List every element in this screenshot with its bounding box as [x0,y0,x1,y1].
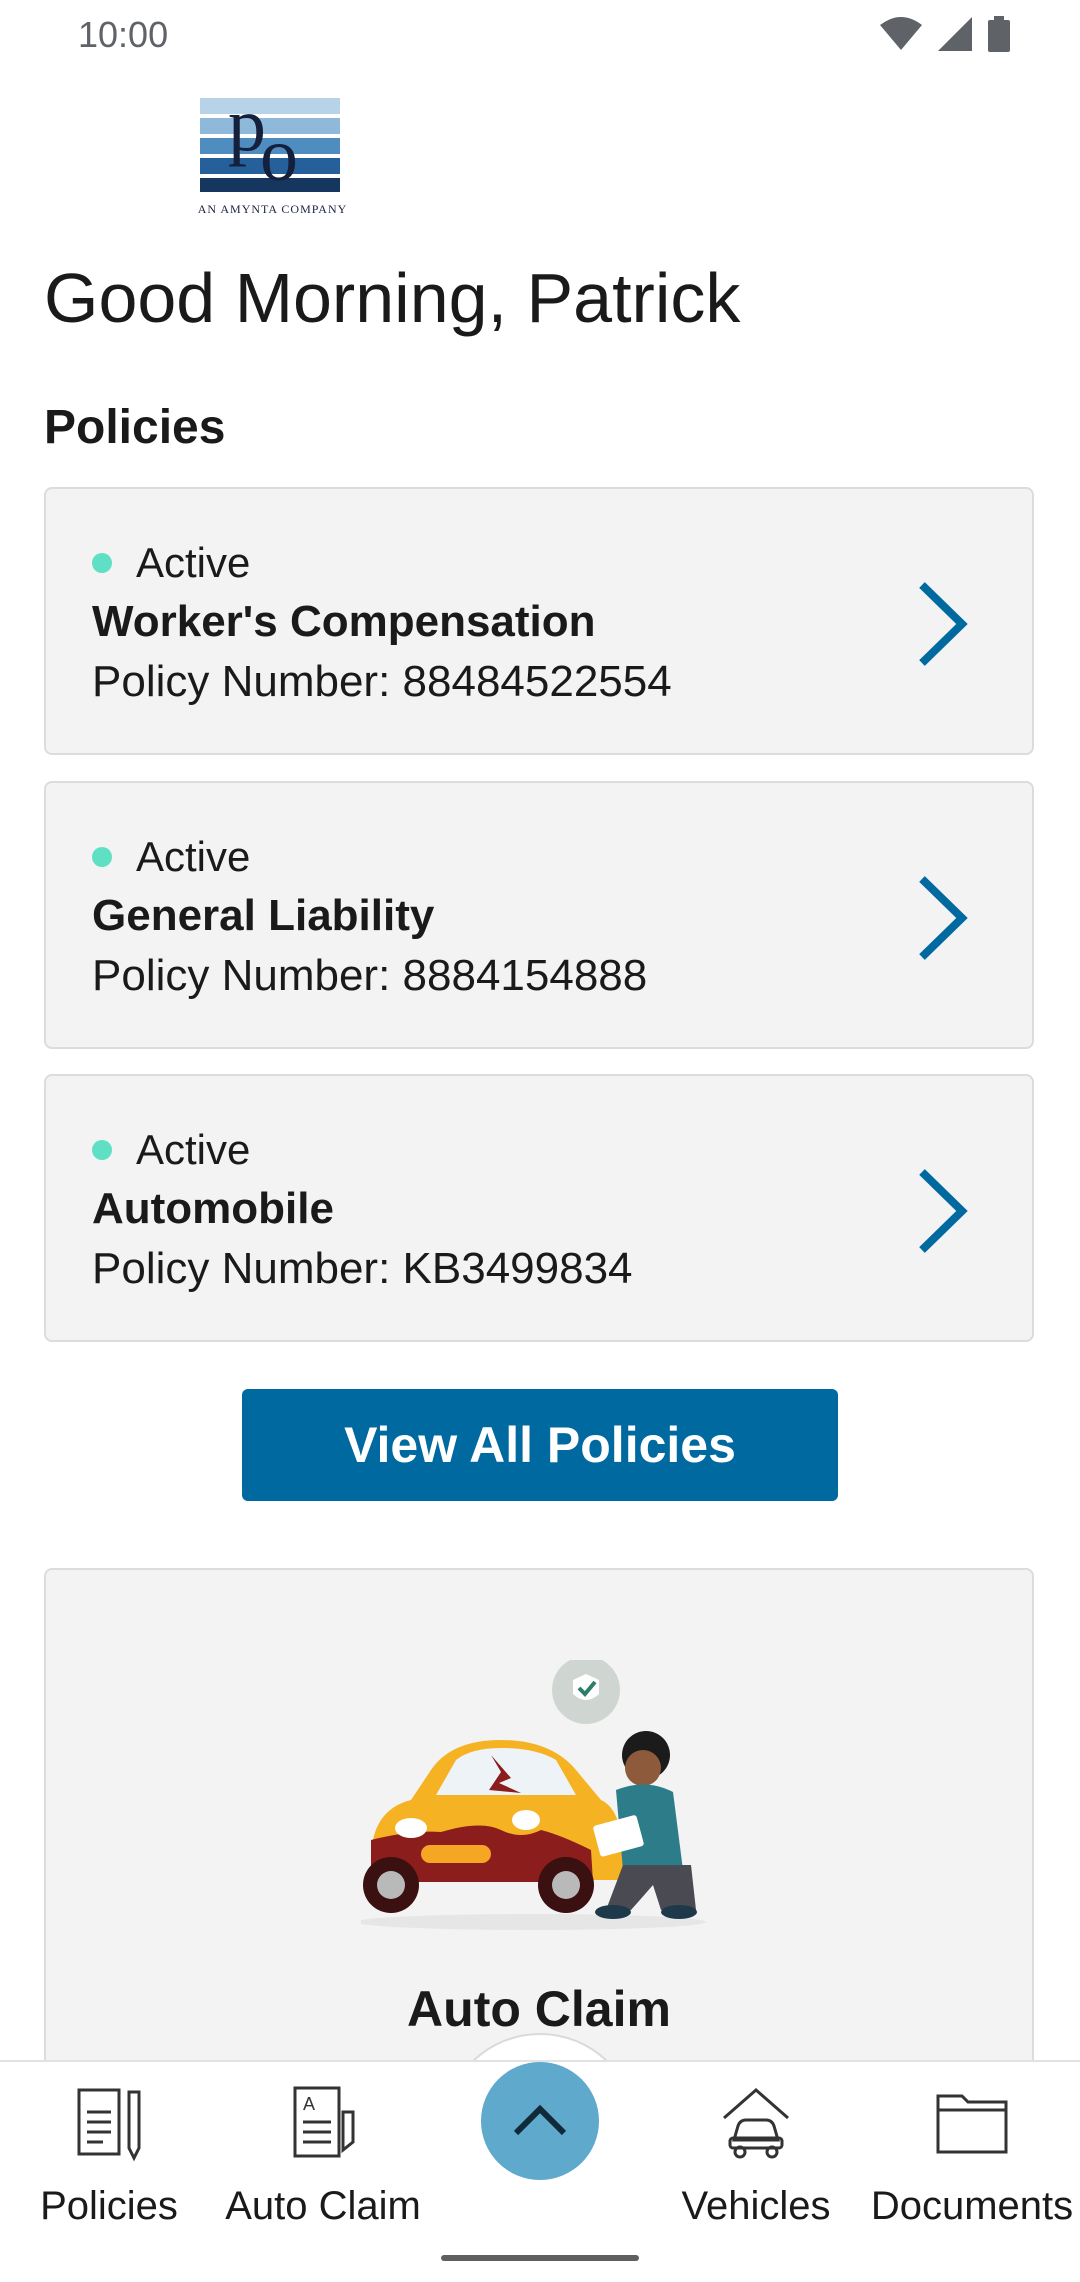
policy-number: Policy Number: 8884154888 [92,951,648,1000]
policies-section-title: Policies [44,401,226,454]
car-garage-icon [723,2088,789,2159]
claim-form-icon: A [293,2086,355,2158]
policy-number: Policy Number: 88484522554 [92,657,672,706]
nav-item-vehicles[interactable]: Vehicles [651,2082,861,2229]
nav-item-policies[interactable]: Policies [4,2082,214,2229]
policy-status-label: Active [136,833,251,880]
chevron-right-icon[interactable] [912,873,972,963]
chevron-up-icon [513,2104,567,2136]
logo-mark: p o [200,83,340,197]
nav-label-vehicles: Vehicles [681,2184,831,2228]
folder-icon [936,2094,1008,2154]
expand-menu-button[interactable] [481,2062,599,2180]
nav-label-documents: Documents [870,2184,1074,2228]
car-damage-illustration [361,1660,706,1930]
status-dot-icon [92,847,112,867]
policy-status: Active [92,1126,250,1174]
policy-status-label: Active [136,1126,251,1173]
auto-claim-card[interactable]: Auto Claim [44,1568,1034,2108]
policy-status-label: Active [136,539,251,586]
policy-card[interactable]: Active General Liability Policy Number: … [44,781,1034,1049]
chevron-right-icon[interactable] [912,579,972,669]
policy-name: General Liability [92,891,435,940]
status-time: 10:00 [78,14,169,55]
company-logo: p o AN AMYNTA COMPANY [190,80,355,220]
nav-item-auto-claim[interactable]: A Auto Claim [218,2082,428,2229]
nav-label-policies: Policies [40,2184,178,2228]
policy-status: Active [92,833,250,881]
svg-text:A: A [303,2094,315,2114]
home-indicator[interactable] [441,2255,639,2261]
chevron-right-icon[interactable] [912,1166,972,1256]
policy-status: Active [92,539,250,587]
nav-label-auto-claim: Auto Claim [225,2184,421,2228]
status-icons [880,16,1010,52]
policy-document-icon [77,2088,141,2162]
policy-card[interactable]: Active Automobile Policy Number: KB34998… [44,1074,1034,1342]
battery-icon [988,16,1010,52]
nav-item-documents[interactable]: Documents [867,2082,1077,2229]
policy-name: Worker's Compensation [92,597,596,646]
logo-tagline: AN AMYNTA COMPANY [197,202,348,216]
view-all-policies-button[interactable]: View All Policies [242,1389,838,1501]
cellular-signal-icon [938,17,972,51]
status-bar: 10:00 [0,0,1080,70]
policy-name: Automobile [92,1184,334,1233]
wifi-icon [880,17,922,50]
policy-card[interactable]: Active Worker's Compensation Policy Numb… [44,487,1034,755]
status-dot-icon [92,553,112,573]
policy-number: Policy Number: KB3499834 [92,1244,633,1293]
svg-text:o: o [260,113,298,197]
greeting-heading: Good Morning, Patrick [44,259,741,337]
status-dot-icon [92,1140,112,1160]
